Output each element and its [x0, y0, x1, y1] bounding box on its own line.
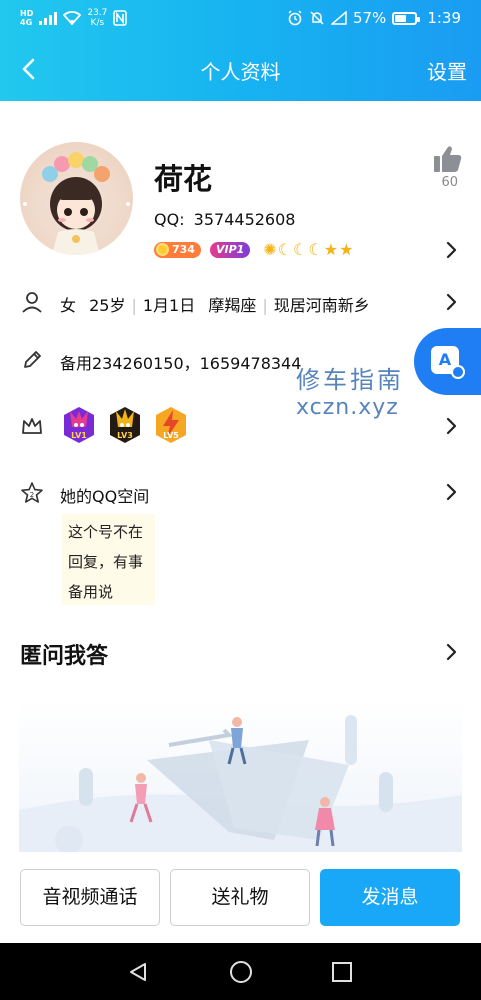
chevron-right-icon[interactable]	[445, 643, 457, 661]
status-bar: HD 4G 23.7 K/s 57% 1:39	[0, 0, 481, 38]
chevron-right-icon[interactable]	[445, 241, 457, 259]
star-icon: ★	[323, 240, 339, 259]
qq-level-icons: ✺ ☾ ☾ ☾ ★ ★	[263, 240, 353, 259]
coin-badge-value: 734	[172, 243, 195, 256]
badge-row[interactable]: 734 VIP1 ✺ ☾ ☾ ☾ ★ ★	[154, 240, 353, 259]
gender: 女	[60, 296, 77, 315]
star-icon: ★	[339, 240, 354, 259]
svg-text:2: 2	[30, 491, 34, 499]
age: 25岁	[89, 296, 126, 315]
send-gift-button[interactable]: 送礼物	[170, 869, 310, 926]
level-badge: LV3	[108, 405, 142, 445]
nav-bar: 个人资料 设置	[0, 38, 481, 101]
qzone-note-line: 备用说	[68, 583, 114, 601]
clock-time: 1:39	[427, 9, 461, 27]
birthday: 1月1日	[142, 296, 196, 315]
cellular-icon	[330, 11, 347, 25]
signature-row[interactable]: 备用234260150，1659478344	[0, 340, 481, 384]
watermark: 修车指南 xczn.xyz	[296, 366, 404, 422]
basic-info-row[interactable]: 女 25岁 | 1月1日 摩羯座 | 现居河南新乡	[0, 280, 481, 324]
chevron-right-icon	[446, 417, 457, 435]
thumbs-up-icon[interactable]	[433, 145, 463, 173]
qzone-note-line: 这个号不在	[68, 523, 144, 541]
divider: |	[262, 296, 268, 315]
pencil-icon	[24, 351, 41, 368]
battery-percent: 57%	[352, 9, 387, 27]
network-type: HD 4G	[20, 9, 33, 27]
vip-badge: VIP1	[209, 241, 251, 258]
coin-icon	[156, 243, 169, 256]
action-bar: 音视频通话 送礼物 发消息	[0, 852, 481, 943]
swap-icon	[451, 365, 465, 379]
translate-button[interactable]: A	[414, 328, 481, 395]
level-badge-label: LV3	[117, 431, 133, 440]
star-outline-icon: 2	[21, 482, 43, 503]
status-right: 57% 1:39	[287, 9, 461, 27]
level-badge: LV1	[62, 405, 96, 445]
send-message-button[interactable]: 发消息	[320, 869, 460, 926]
level-badge-label: LV1	[71, 431, 87, 440]
page-title: 个人资料	[200, 60, 281, 84]
level-badge: LV5	[154, 405, 188, 445]
avatar-illustration	[23, 152, 130, 255]
avatar[interactable]	[20, 142, 133, 255]
zodiac: 摩羯座	[208, 296, 257, 315]
person-icon	[22, 292, 42, 313]
network-generation-label: 4G	[20, 18, 33, 27]
watermark-cn: 修车指南	[296, 366, 404, 394]
moon-icon: ☾	[277, 240, 293, 259]
qq-value: 3574452608	[193, 210, 296, 229]
wifi-icon	[63, 11, 82, 25]
coin-badge: 734	[154, 241, 201, 258]
signature-text: 备用234260150，1659478344	[60, 354, 302, 373]
basic-info-text: 女 25岁 | 1月1日 摩羯座 | 现居河南新乡	[60, 292, 370, 316]
qzone-note-line: 回复，有事	[68, 553, 144, 571]
qq-label: QQ:	[154, 210, 185, 229]
divider: |	[131, 296, 137, 315]
network-speed-unit: K/s	[90, 18, 105, 28]
level-badge-label: LV5	[163, 431, 179, 440]
vip-badge-label: VIP1	[215, 243, 245, 256]
qzone-title: 她的QQ空间	[60, 487, 150, 506]
qq-number: QQ: 3574452608	[154, 210, 295, 229]
nav-home-icon[interactable]	[229, 960, 253, 984]
header-background: HD 4G 23.7 K/s 57% 1:39 个人资料 设置	[0, 0, 481, 101]
nfc-icon	[113, 10, 128, 26]
signal-icon	[39, 11, 58, 25]
settings-button[interactable]: 设置	[427, 56, 467, 85]
sun-icon: ✺	[263, 240, 277, 259]
qa-illustration[interactable]	[19, 700, 462, 852]
network-speed: 23.7 K/s	[87, 8, 107, 28]
network-speed-value: 23.7	[87, 8, 108, 18]
location: 现居河南新乡	[273, 296, 370, 315]
av-call-button[interactable]: 音视频通话	[20, 869, 160, 926]
moon-icon: ☾	[308, 240, 323, 259]
system-nav-bar	[0, 943, 481, 1000]
status-left: HD 4G 23.7 K/s	[20, 8, 128, 28]
crown-icon	[22, 418, 42, 434]
hd-label: HD	[20, 9, 34, 18]
nav-recents-icon[interactable]	[331, 961, 353, 983]
game-level-badges: LV1 LV3 LV5	[62, 405, 188, 445]
mute-icon	[310, 11, 324, 25]
watermark-en: xczn.xyz	[296, 395, 399, 420]
moon-icon: ☾	[293, 240, 308, 259]
profile-name: 荷花	[154, 162, 213, 196]
chevron-right-icon	[446, 293, 457, 311]
qzone-note[interactable]: 这个号不在 回复，有事 备用说	[62, 514, 155, 605]
qa-section-title: 匿问我答	[20, 644, 109, 669]
chevron-right-icon	[446, 483, 457, 501]
battery-fill	[395, 14, 407, 22]
nav-back-icon[interactable]	[127, 961, 149, 983]
alarm-icon	[288, 10, 302, 26]
battery-icon	[392, 11, 421, 25]
like-count: 60	[441, 175, 458, 190]
